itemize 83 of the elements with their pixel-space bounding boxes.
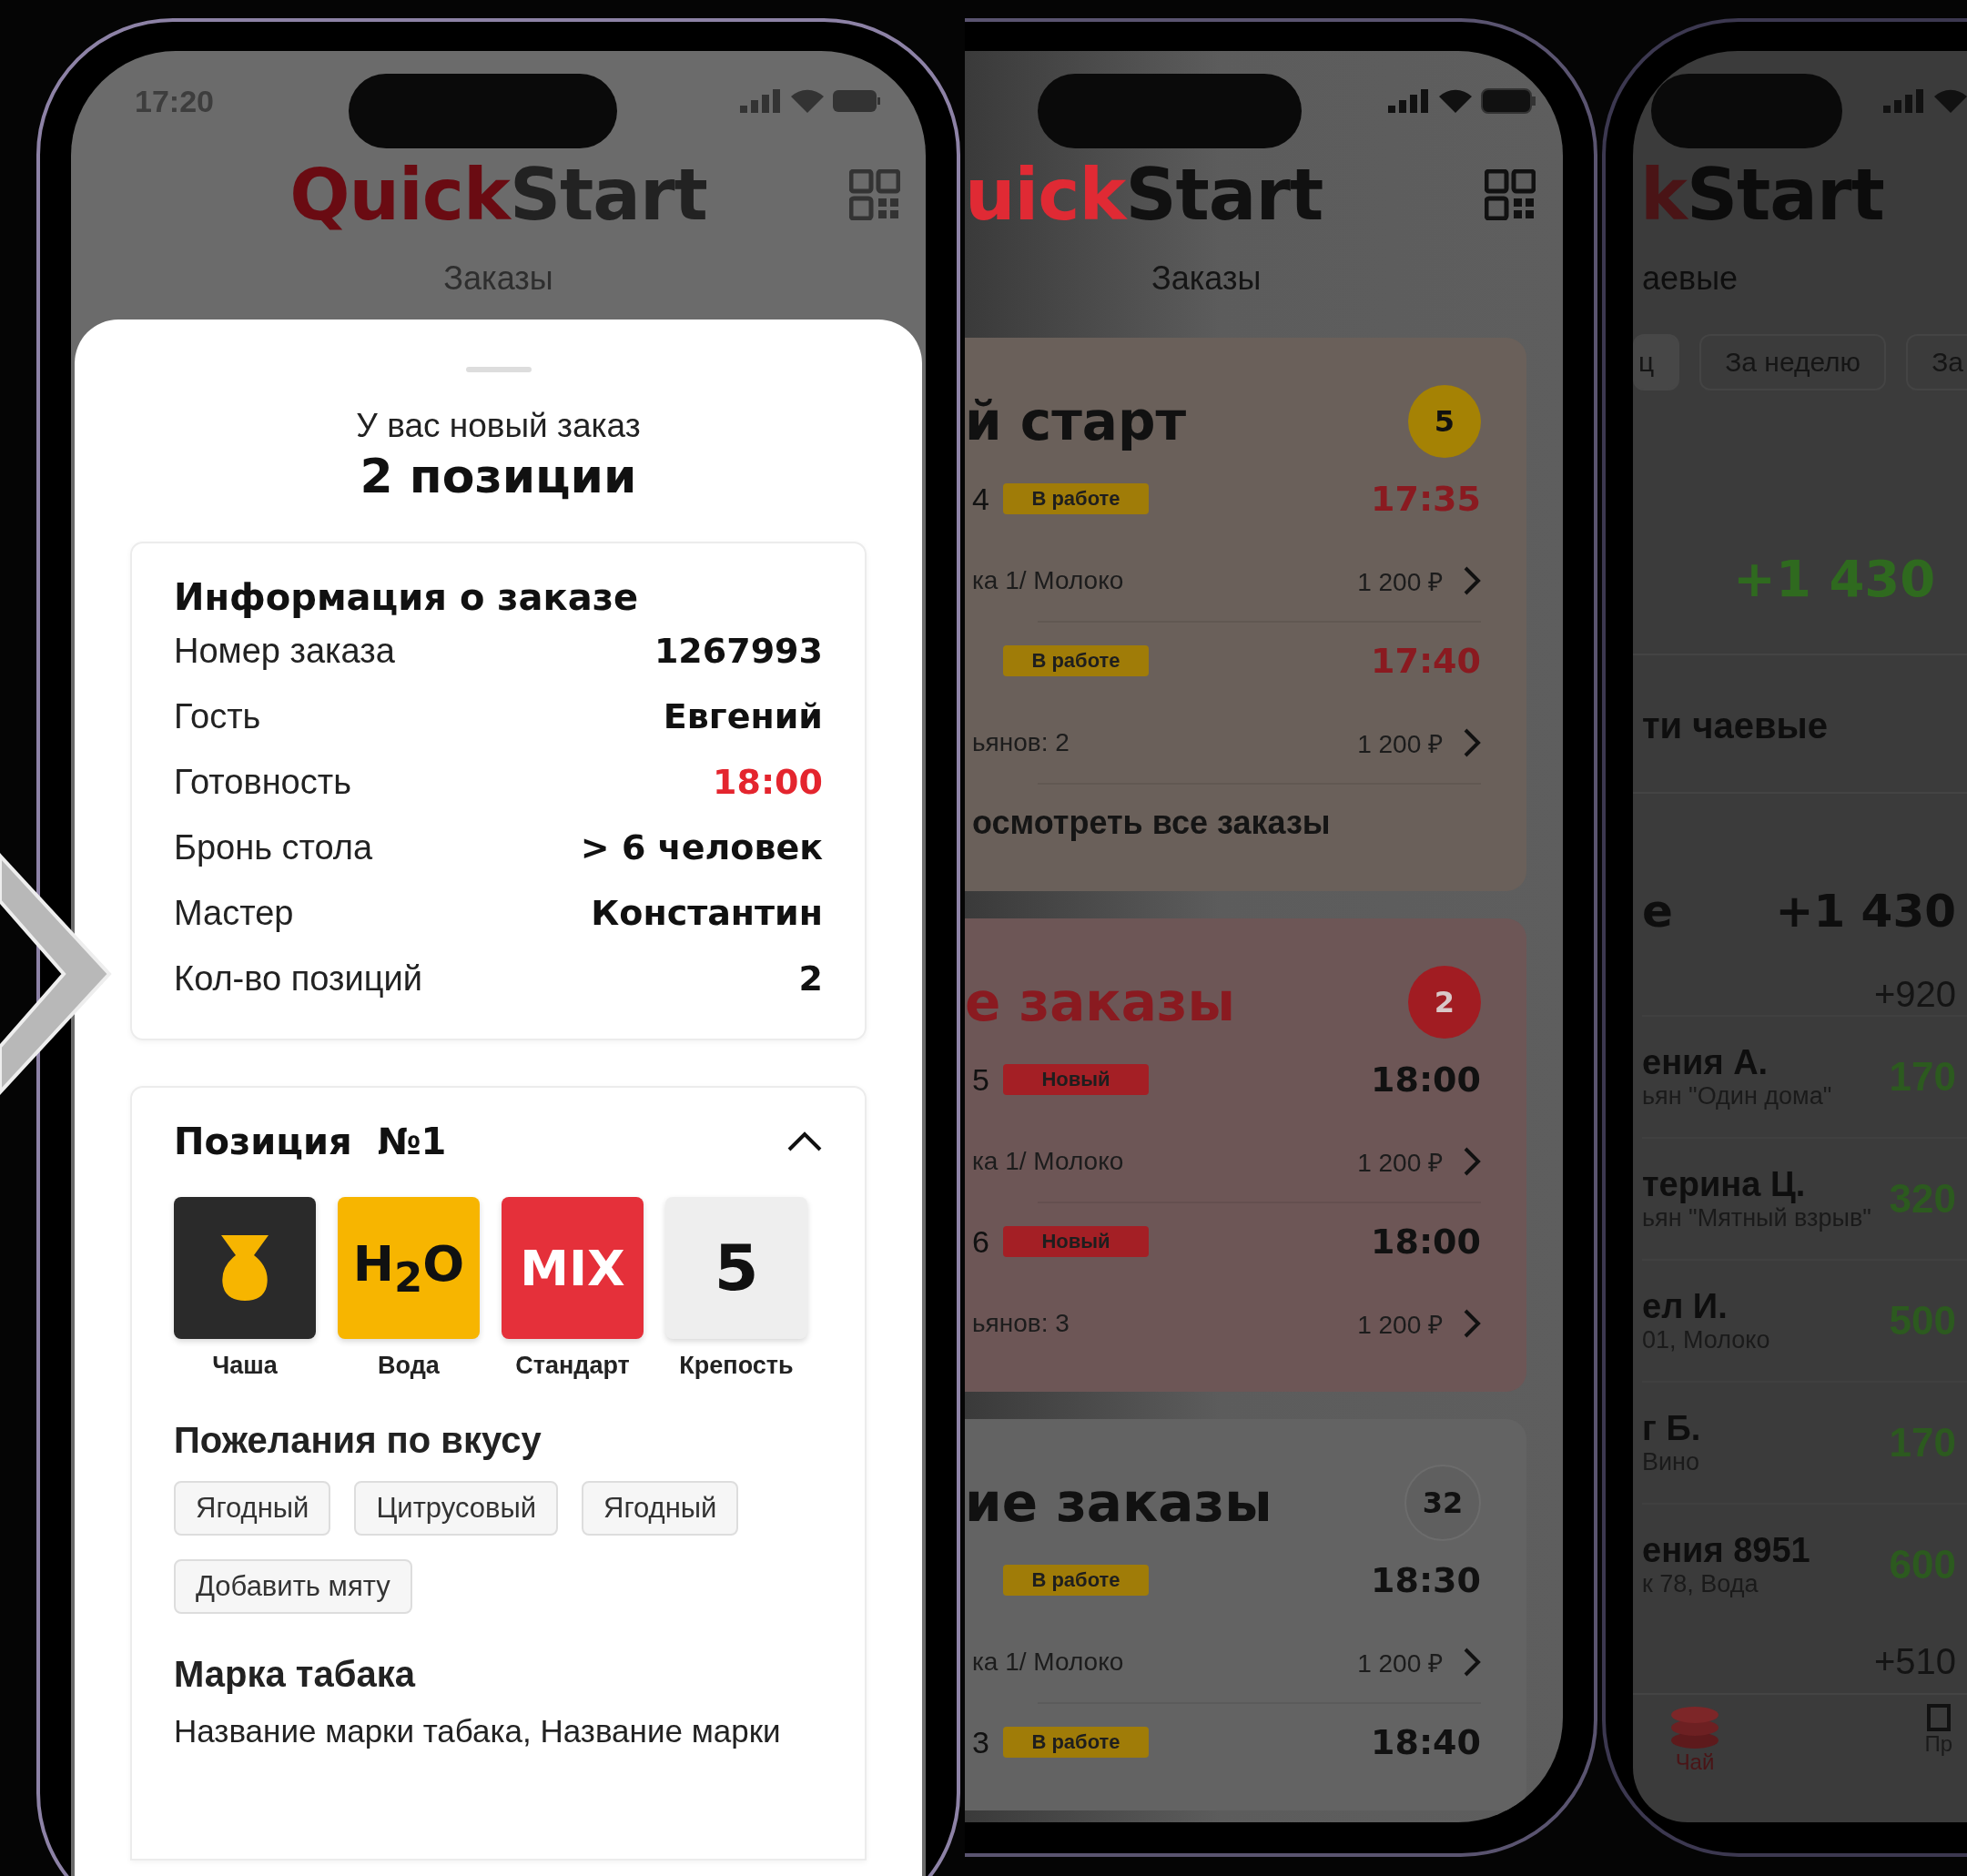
info-value: Евгений — [663, 696, 823, 736]
order-time: 18:00 — [1371, 1222, 1481, 1262]
tile-label: Чаша — [212, 1352, 278, 1380]
chevron-right-icon[interactable] — [1463, 1308, 1481, 1339]
order-price: 1 200 ₽ — [1357, 1310, 1443, 1341]
tile-label: Стандарт — [515, 1352, 630, 1380]
tile-label: Вода — [378, 1352, 440, 1380]
sheet-subtitle: У вас новый заказ — [355, 407, 642, 445]
order-detail: ка 1/ Молоко — [972, 1648, 1124, 1677]
chevron-right-icon[interactable] — [1463, 565, 1481, 596]
order-time: 18:30 — [1371, 1560, 1481, 1600]
order-time: 18:00 — [1371, 1060, 1481, 1100]
wifi-icon — [1934, 89, 1967, 113]
app-logo: uickStart — [965, 153, 1323, 236]
qr-code-icon[interactable] — [849, 168, 900, 220]
order-price: 1 200 ₽ — [1357, 1648, 1443, 1679]
status-badge: В работе — [1003, 1565, 1149, 1596]
card-title: й старт — [965, 390, 1187, 452]
option-tile[interactable]: H$_{2}$O — [338, 1197, 480, 1339]
count-badge: 5 — [1408, 385, 1481, 458]
battery-icon — [1481, 88, 1536, 114]
info-label: Мастер — [174, 893, 294, 933]
chevron-icon[interactable] — [786, 1131, 823, 1152]
taste-chip[interactable]: Цитрусовый — [354, 1481, 559, 1536]
status-badge: Новый — [1003, 1226, 1149, 1257]
screen-title: Заказы — [442, 259, 554, 299]
coin-stack-icon — [1669, 1704, 1720, 1749]
option-tile[interactable]: 5 — [665, 1197, 807, 1339]
status-badge: В работе — [1003, 645, 1149, 676]
order-price: 1 200 ₽ — [1357, 729, 1443, 760]
order-time: 17:35 — [1371, 479, 1481, 519]
sheet-title: 2 позиции — [359, 449, 638, 503]
order-time: 18:40 — [1371, 1722, 1481, 1762]
section-title: Пожелания по вкусу — [174, 1420, 542, 1461]
tile-label: Крепость — [679, 1352, 794, 1380]
battery-icon — [833, 90, 880, 112]
status-badge: В работе — [1003, 1727, 1149, 1758]
chevron-right-icon[interactable] — [1463, 1647, 1481, 1678]
info-label: Бронь стола — [174, 827, 373, 867]
sheet-handle[interactable] — [465, 367, 532, 372]
info-value: 1267993 — [654, 631, 823, 671]
taste-chip[interactable]: Ягодный — [582, 1481, 739, 1536]
tab-icon — [1926, 1704, 1951, 1731]
status-badge: В работе — [1003, 483, 1149, 514]
info-value: 18:00 — [713, 762, 823, 802]
card-title: ие заказы — [965, 1472, 1272, 1534]
order-detail: ьянов: 3 — [972, 1309, 1070, 1338]
signal-icon — [1388, 89, 1430, 113]
taste-chip[interactable]: Добавить мяту — [174, 1559, 412, 1614]
order-detail: ьянов: 2 — [972, 728, 1070, 757]
section-title: Марка табака — [174, 1654, 417, 1695]
chevron-right-icon[interactable] — [1463, 1146, 1481, 1177]
order-time: 17:40 — [1371, 641, 1481, 681]
card-title: Информация о заказе — [174, 576, 640, 618]
order-detail: ка 1/ Молоко — [972, 1147, 1124, 1176]
info-label: Готовность — [174, 762, 351, 802]
wifi-icon — [791, 89, 824, 113]
info-value: > 6 человек — [580, 827, 823, 867]
screen-title: Заказы — [1151, 259, 1262, 299]
option-tile[interactable]: MIX — [502, 1197, 644, 1339]
taste-chip[interactable]: Ягодный — [174, 1481, 331, 1536]
option-tile[interactable] — [174, 1197, 316, 1339]
signal-icon — [740, 89, 782, 113]
chevron-right-icon[interactable] — [1463, 727, 1481, 758]
position-title: Позиция №1 — [174, 1121, 447, 1162]
view-all-link[interactable]: осмотреть все заказы — [965, 800, 1481, 846]
info-label: Кол-во позиций — [174, 958, 422, 999]
app-logo: QuickStart — [289, 153, 707, 236]
order-detail: ка 1/ Молоко — [972, 566, 1124, 595]
count-badge: 2 — [1408, 966, 1481, 1039]
info-value: Константин — [591, 893, 823, 933]
count-badge: 32 — [1404, 1465, 1481, 1541]
wifi-icon — [1439, 89, 1472, 113]
order-price: 1 200 ₽ — [1357, 1148, 1443, 1179]
order-price: 1 200 ₽ — [1357, 567, 1443, 598]
status-badge: Новый — [1003, 1064, 1149, 1095]
qr-code-icon[interactable] — [1485, 168, 1536, 220]
info-value: 2 — [798, 958, 823, 999]
info-label: Номер заказа — [174, 631, 395, 671]
card-title: е заказы — [965, 971, 1236, 1033]
brand-text: Название марки табака, Название марки — [174, 1713, 782, 1749]
info-label: Гость — [174, 696, 261, 736]
signal-icon — [1883, 89, 1925, 113]
